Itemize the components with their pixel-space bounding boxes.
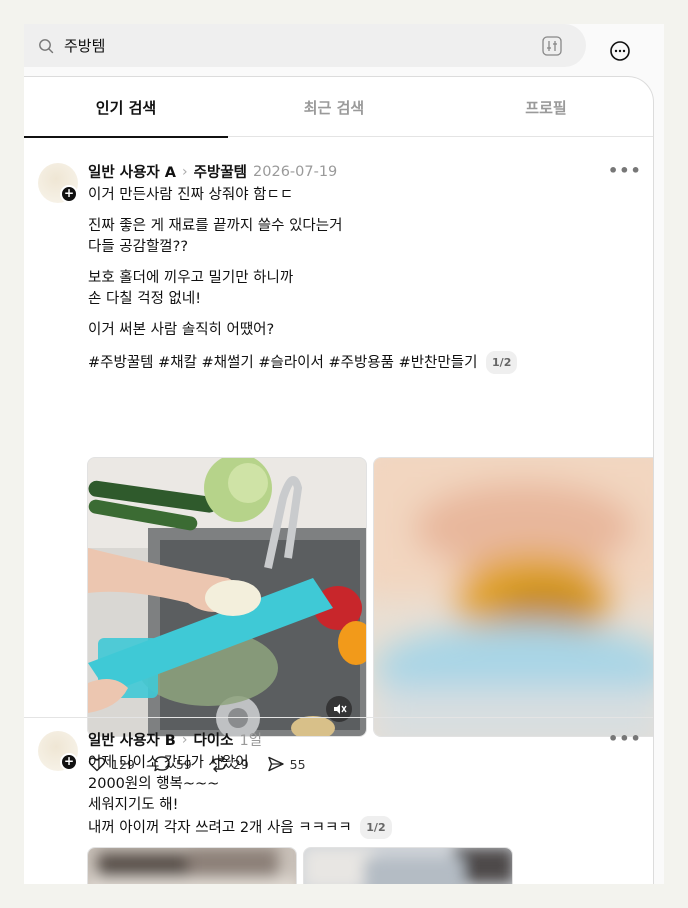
- search-icon: [39, 38, 54, 53]
- avatar[interactable]: +: [38, 731, 78, 771]
- post-paragraph: 이거 써본 사람 솔직히 어땠어?: [88, 322, 275, 338]
- more-circle-icon[interactable]: [609, 40, 631, 62]
- media-counter: 1/2: [486, 351, 518, 374]
- more-dots-icon[interactable]: •••: [608, 729, 642, 748]
- post-body: 이거 만든사람 진짜 상줘야 함ㄷㄷ 진짜 좋은 게 재료를 끝까지 쓸수 있다…: [88, 185, 638, 374]
- post-image[interactable]: [303, 847, 513, 884]
- post-time: 1일: [239, 733, 263, 749]
- author-name[interactable]: 일반 사용자 A: [88, 161, 176, 182]
- post-image[interactable]: [87, 457, 367, 737]
- topic-tag[interactable]: 다이소: [193, 729, 233, 750]
- media-counter: 1/2: [360, 816, 392, 839]
- post-image[interactable]: [373, 457, 653, 737]
- post-image[interactable]: [87, 847, 297, 884]
- post-meta: 일반 사용자 A › 주방꿀템 2026-07-19: [88, 161, 337, 182]
- hashtags[interactable]: #주방꿀템 #채칼 #채썰기 #슬라이서 #주방용품 #반찬만들기 1/2: [88, 351, 638, 374]
- post-paragraph: 진짜 좋은 게 재료를 끝까지 쓸수 있다는거 다들 공감할껄??: [88, 218, 343, 255]
- post-paragraph: 이거 만든사람 진짜 상줘야 함ㄷㄷ: [88, 187, 294, 203]
- blurred-photo: [304, 848, 512, 884]
- avatar[interactable]: +: [38, 163, 78, 203]
- post-time: 2026-07-19: [253, 163, 338, 180]
- tab-popular[interactable]: 인기 검색: [24, 77, 228, 138]
- search-input[interactable]: 주방템: [64, 35, 105, 56]
- chevron-right-icon: ›: [182, 163, 188, 180]
- more-dots-icon[interactable]: •••: [608, 161, 642, 180]
- author-name[interactable]: 일반 사용자 B: [88, 729, 176, 750]
- chevron-right-icon: ›: [181, 731, 188, 748]
- post-paragraph: 어제 다이소 갔다가 사왔어 2000원의 행복~~~ 세워지기도 해! 내꺼 …: [88, 753, 638, 839]
- search-bar[interactable]: 주방템: [24, 24, 586, 67]
- tab-profile[interactable]: 프로필: [444, 77, 648, 137]
- post-divider: [24, 717, 653, 718]
- mute-icon[interactable]: [326, 696, 352, 722]
- blurred-photo: [374, 458, 653, 736]
- post-paragraph: 보호 홀더에 끼우고 밀기만 하니까 손 다칠 걱정 없네!: [88, 270, 294, 307]
- post-body: 어제 다이소 갔다가 사왔어 2000원의 행복~~~ 세워지기도 해! 내꺼 …: [88, 753, 638, 839]
- post-meta: 일반 사용자 B › 다이소 1일: [88, 729, 262, 750]
- tab-bar: 인기 검색 최근 검색 프로필: [24, 77, 653, 138]
- plus-icon[interactable]: +: [60, 753, 78, 771]
- filter-icon[interactable]: [542, 36, 562, 56]
- tab-recent[interactable]: 최근 검색: [232, 77, 436, 137]
- topic-tag[interactable]: 주방꿀템: [194, 161, 247, 182]
- results-panel: 인기 검색 최근 검색 프로필 + 일반 사용자 A › 주방꿀템 2026-0…: [24, 76, 654, 884]
- app-frame: 주방템 인기 검색 최근 검색 프로필 + 일반 사용자 A › 주방꿀템 20…: [24, 24, 664, 884]
- blurred-photo: [88, 848, 296, 884]
- plus-icon[interactable]: +: [60, 185, 78, 203]
